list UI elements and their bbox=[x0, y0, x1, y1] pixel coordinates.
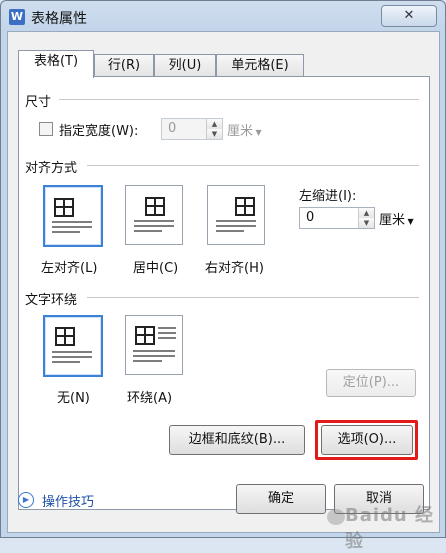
tab-column[interactable]: 列(U) bbox=[154, 54, 216, 77]
ok-button[interactable]: 确定 bbox=[236, 484, 326, 514]
indent-down-arrow-icon[interactable]: ▼ bbox=[359, 218, 374, 228]
position-button[interactable]: 定位(P)... bbox=[326, 369, 416, 397]
wrap-none-label: 无(N) bbox=[57, 391, 90, 406]
width-unit-label: 厘米 bbox=[227, 124, 254, 139]
table-grid-icon bbox=[145, 197, 165, 216]
baidu-watermark: Baidu 经验 bbox=[345, 505, 435, 552]
play-circle-icon[interactable]: ▶ bbox=[18, 492, 34, 508]
close-button[interactable]: ✕ bbox=[381, 5, 437, 27]
align-right-label: 右对齐(H) bbox=[205, 261, 264, 276]
table-grid-icon bbox=[55, 327, 75, 346]
width-value: 0 bbox=[168, 121, 177, 136]
indent-unit-label: 厘米 bbox=[379, 213, 406, 228]
table-grid-icon bbox=[235, 197, 255, 216]
text-lines-icon bbox=[52, 221, 92, 236]
wrap-group-divider bbox=[87, 297, 419, 298]
wrap-none-option[interactable] bbox=[43, 315, 103, 377]
wrap-around-option[interactable] bbox=[125, 315, 183, 375]
text-lines-icon bbox=[216, 220, 256, 235]
align-left-option[interactable] bbox=[43, 185, 103, 247]
dialog-window: W 表格属性 ✕ 表格(T) 行(R) 列(U) 单元格(E) 尺寸 指定宽度(… bbox=[0, 0, 446, 552]
tab-cell[interactable]: 单元格(E) bbox=[216, 54, 304, 77]
alignment-group-label: 对齐方式 bbox=[25, 157, 82, 176]
tab-row[interactable]: 行(R) bbox=[94, 54, 154, 77]
dialog-title: 表格属性 bbox=[31, 11, 87, 27]
borders-shading-button[interactable]: 边框和底纹(B)... bbox=[169, 425, 305, 455]
left-indent-spinner[interactable]: 0 ▲ ▼ bbox=[299, 207, 375, 229]
left-indent-value: 0 bbox=[306, 210, 315, 225]
text-lines-icon bbox=[52, 351, 92, 366]
table-grid-icon bbox=[54, 198, 74, 217]
tab-table[interactable]: 表格(T) bbox=[18, 50, 94, 78]
wps-writer-icon: W bbox=[9, 9, 25, 25]
wrap-group-label: 文字环绕 bbox=[25, 289, 82, 308]
text-lines-icon bbox=[134, 220, 174, 235]
size-group-label: 尺寸 bbox=[25, 91, 56, 110]
width-down-arrow-icon[interactable]: ▼ bbox=[207, 129, 222, 139]
tips-link[interactable]: 操作技巧 bbox=[42, 491, 94, 510]
side-lines-icon bbox=[158, 327, 176, 342]
baidu-paw-icon bbox=[327, 509, 345, 525]
table-grid-icon bbox=[135, 326, 155, 345]
alignment-group-divider bbox=[87, 165, 419, 166]
highlight-box bbox=[315, 420, 418, 460]
specify-width-label: 指定宽度(W): bbox=[59, 124, 139, 139]
wrap-around-label: 环绕(A) bbox=[127, 391, 173, 406]
tab-panel-table: 尺寸 指定宽度(W): 0 ▲ ▼ 厘米 ▼ 对齐方式 左对齐(L) 居中(C)… bbox=[18, 76, 430, 510]
text-lines-icon bbox=[133, 350, 175, 365]
left-indent-label: 左缩进(I): bbox=[299, 189, 357, 204]
align-right-option[interactable] bbox=[207, 185, 265, 245]
indent-unit-dropdown[interactable]: 厘米 ▼ bbox=[379, 209, 414, 228]
width-unit-dropdown[interactable]: 厘米 ▼ bbox=[227, 120, 262, 139]
specify-width-checkbox[interactable] bbox=[39, 122, 53, 136]
dialog-client: 表格(T) 行(R) 列(U) 单元格(E) 尺寸 指定宽度(W): 0 ▲ ▼… bbox=[7, 31, 440, 533]
title-bar: W 表格属性 ✕ bbox=[1, 1, 445, 31]
indent-unit-chevron-down-icon: ▼ bbox=[405, 217, 414, 226]
width-spinner[interactable]: 0 ▲ ▼ bbox=[161, 118, 223, 140]
unit-chevron-down-icon: ▼ bbox=[253, 128, 262, 137]
align-center-option[interactable] bbox=[125, 185, 183, 245]
align-center-label: 居中(C) bbox=[133, 261, 179, 276]
align-left-label: 左对齐(L) bbox=[41, 261, 98, 276]
size-group-divider bbox=[59, 99, 419, 100]
